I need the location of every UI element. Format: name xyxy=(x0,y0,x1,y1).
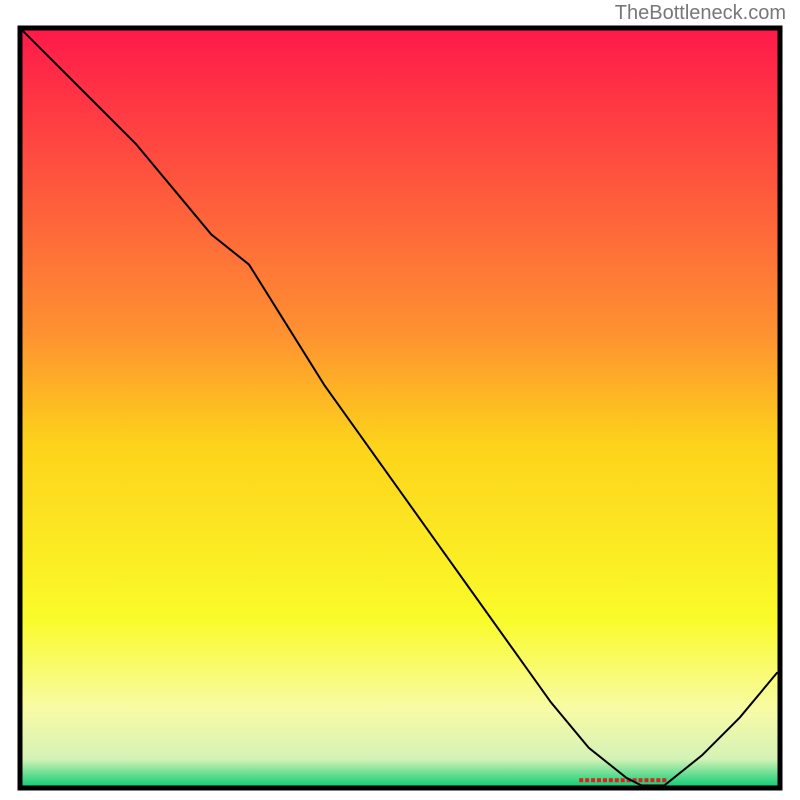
marker-dots xyxy=(579,778,666,782)
bottleneck-chart xyxy=(0,0,800,800)
